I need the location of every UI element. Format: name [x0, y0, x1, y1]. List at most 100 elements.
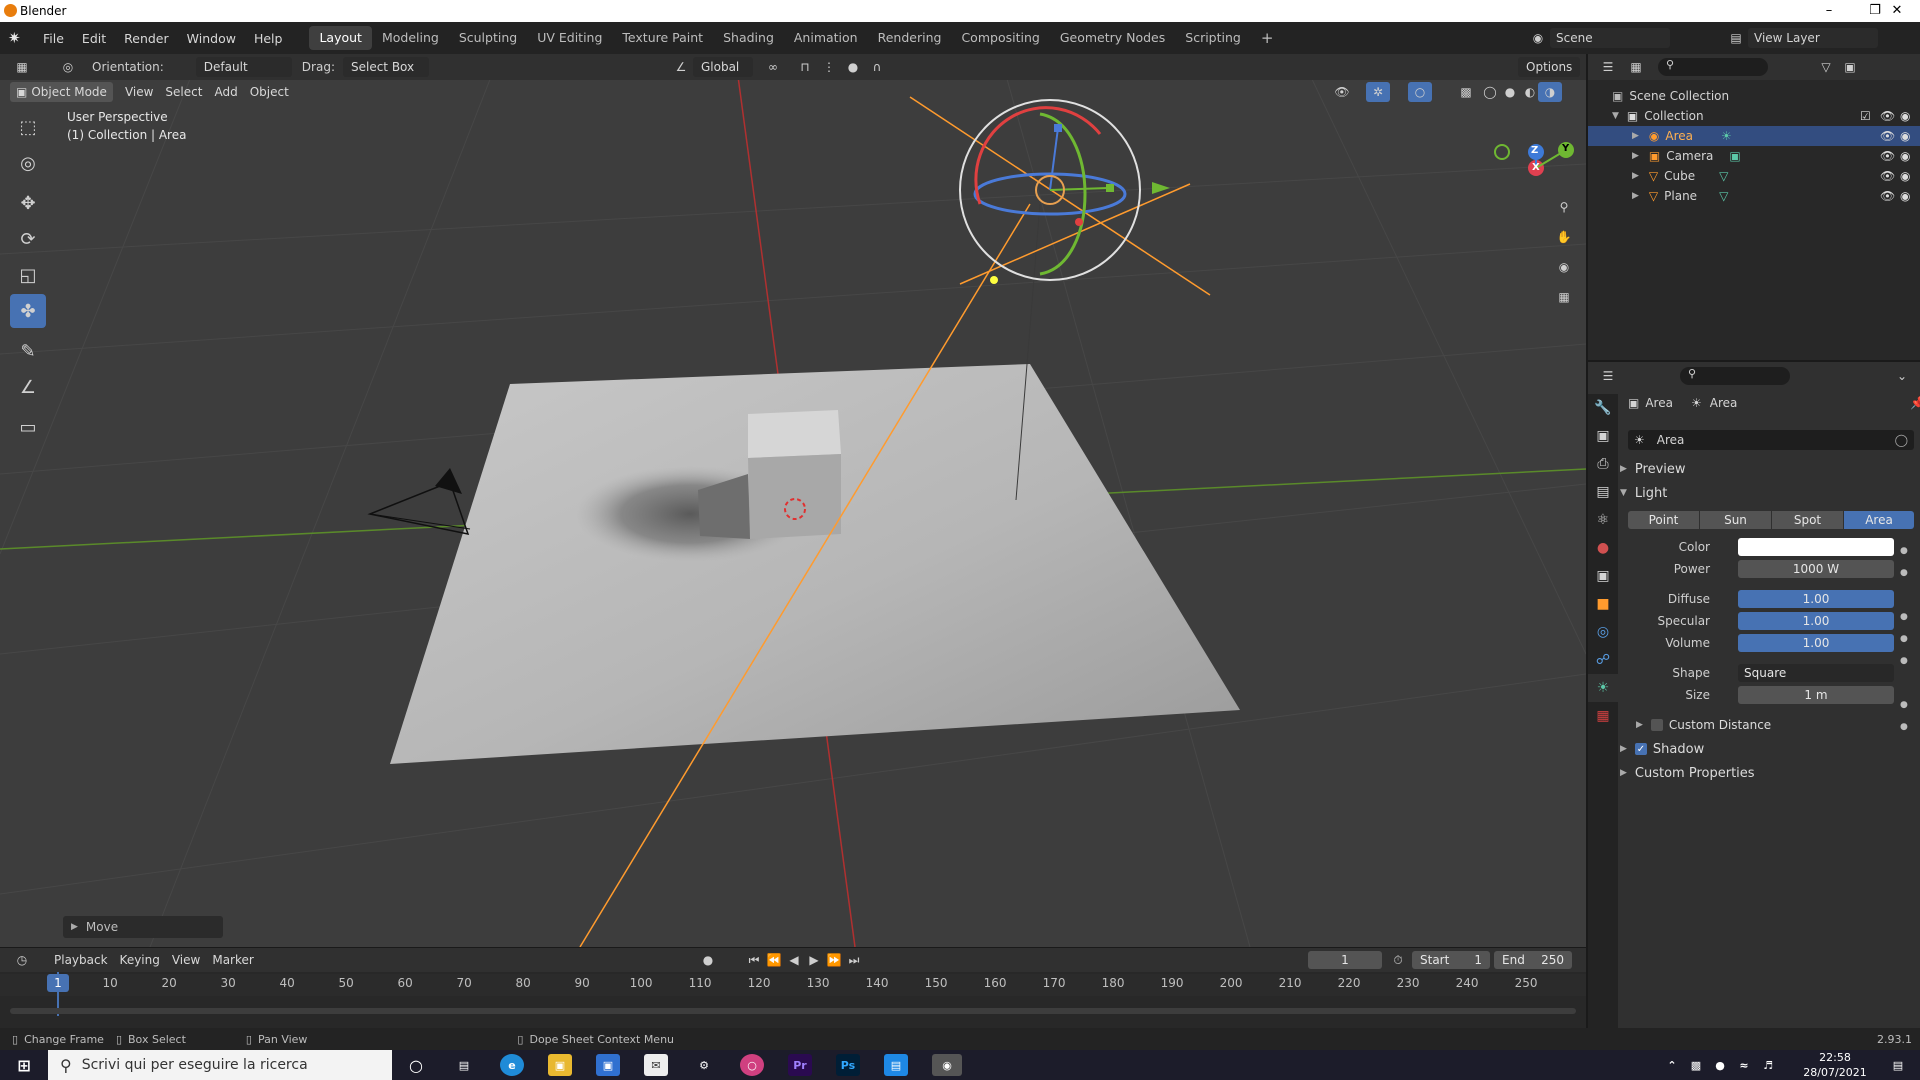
task-view-icon[interactable]: ▤	[452, 1054, 476, 1076]
select-box-icon[interactable]: ⬚	[10, 110, 46, 144]
tab-geometry-nodes[interactable]: Geometry Nodes	[1050, 26, 1175, 50]
xray-icon[interactable]: ▩	[1454, 82, 1478, 102]
panel-light[interactable]: ▼ Light	[1620, 482, 1667, 504]
outliner-search-input[interactable]: ⚲	[1658, 58, 1768, 76]
constraints-tab-icon[interactable]: ☍	[1588, 646, 1618, 674]
pan-hand-icon[interactable]: ✋	[1552, 222, 1576, 252]
stopwatch-icon[interactable]: ⏱	[1386, 950, 1410, 970]
viewport-menu-object[interactable]: Object	[244, 82, 295, 102]
timeline-scrollbar[interactable]	[10, 1008, 1576, 1014]
snap-target-icon[interactable]: ⋮	[817, 57, 841, 77]
datablock-name[interactable]: Area	[1657, 433, 1685, 447]
shadow-checkbox[interactable]: ✓	[1634, 743, 1647, 755]
orientation-dropdown[interactable]: Default	[195, 57, 292, 77]
fake-user-shield-icon[interactable]: ◯	[1895, 433, 1908, 447]
panel-preview[interactable]: ▶ Preview	[1620, 458, 1686, 480]
properties-options-icon[interactable]: ⌄	[1890, 366, 1914, 386]
gizmo-z-handle[interactable]	[1054, 124, 1062, 132]
clock[interactable]: 22:58 28/07/2021	[1790, 1050, 1880, 1080]
notification-icon[interactable]: ▤	[1886, 1054, 1910, 1076]
menu-file[interactable]: File	[34, 31, 73, 46]
rendered-shading-icon[interactable]: ◑	[1538, 82, 1562, 102]
photoshop-icon[interactable]: Ps	[836, 1054, 860, 1076]
drag-dropdown[interactable]: Select Box	[342, 57, 429, 77]
datablock-selector[interactable]: ☀ Area ◯	[1628, 430, 1914, 450]
3d-viewport[interactable]: Z Y X ⚲ ✋ ◉ ▦ User Perspective (1) Colle…	[0, 54, 1586, 947]
pivot-icon[interactable]: ∞	[761, 57, 785, 77]
tab-animation[interactable]: Animation	[784, 26, 868, 50]
timeline-menu-marker[interactable]: Marker	[206, 950, 259, 970]
timeline-ruler[interactable]: 1102030405060708090100110120130140150160…	[0, 974, 1586, 996]
measure-tool-icon[interactable]: ∠	[10, 370, 46, 404]
properties-search-input[interactable]: ⚲	[1680, 367, 1790, 385]
tab-scripting[interactable]: Scripting	[1175, 26, 1251, 50]
plane-render-icon[interactable]: ◉	[1900, 189, 1910, 203]
physics-tab-icon[interactable]: ◎	[1588, 618, 1618, 646]
expand-arrow-icon[interactable]: ▶	[1632, 151, 1639, 161]
world-tab-icon[interactable]: ●	[1588, 534, 1618, 562]
cortana-icon[interactable]: ○	[404, 1054, 428, 1076]
microphone-icon[interactable]: ●	[1708, 1054, 1732, 1076]
tab-rendering[interactable]: Rendering	[868, 26, 952, 50]
outliner-row-plane[interactable]: ▶ ▽ Plane ▽ 👁 ◉	[1588, 186, 1920, 206]
tool-tab-icon[interactable]: 🔧	[1588, 394, 1618, 422]
panel-shadow[interactable]: ▶ ✓ Shadow	[1620, 738, 1704, 760]
outliner-row-collection[interactable]: ▼ ▣ Collection ☑ 👁 ◉	[1588, 106, 1920, 126]
move-tool-icon[interactable]: ✥	[10, 186, 46, 220]
collection-visibility-icon[interactable]: 👁	[1880, 109, 1895, 123]
timeline-menu-view[interactable]: View	[166, 950, 206, 970]
zoom-icon[interactable]: ⚲	[1552, 192, 1576, 222]
panel-custom-properties[interactable]: ▶ Custom Properties	[1620, 762, 1755, 784]
mode-selector[interactable]: ▣ Object Mode	[10, 82, 113, 102]
light-data-tab-icon[interactable]: ☀	[1588, 674, 1618, 702]
expand-arrow-icon[interactable]: ▶	[1632, 191, 1639, 201]
power-field[interactable]: 1000 W	[1738, 560, 1894, 578]
outliner-row-camera[interactable]: ▶ ▣ Camera ▣ 👁 ◉	[1588, 146, 1920, 166]
shape-dropdown[interactable]: Square	[1738, 664, 1894, 682]
store-icon[interactable]: ▣	[596, 1054, 620, 1076]
snap-icon[interactable]: ⊓	[793, 57, 817, 77]
overlay-toggle-icon[interactable]: ○	[1408, 82, 1432, 102]
outliner-row-cube[interactable]: ▶ ▽ Cube ▽ 👁 ◉	[1588, 166, 1920, 186]
tab-shading[interactable]: Shading	[713, 26, 784, 50]
annotate-tool-icon[interactable]: ✎	[10, 334, 46, 368]
cube-top-face[interactable]	[748, 410, 841, 458]
nav-gizmo-neg-y[interactable]	[1494, 144, 1510, 160]
jump-end-icon[interactable]: ⏭	[842, 950, 866, 970]
scene-name[interactable]: Scene	[1550, 28, 1670, 48]
gizmo-arrow[interactable]	[1152, 182, 1170, 194]
menu-help[interactable]: Help	[245, 31, 292, 46]
timeline-menu-keying[interactable]: Keying	[114, 950, 166, 970]
gizmo-toggle-icon[interactable]: ✲	[1366, 82, 1390, 102]
tab-layout[interactable]: Layout	[309, 26, 372, 50]
camera-view-icon[interactable]: ◉	[1552, 252, 1576, 282]
light-type-area[interactable]: Area	[1844, 511, 1914, 529]
blender-taskbar-icon[interactable]: ◉	[932, 1054, 962, 1076]
diffuse-slider[interactable]: 1.00	[1738, 590, 1894, 608]
pin-icon[interactable]: 📌	[1910, 396, 1920, 410]
new-collection-icon[interactable]: ▣	[1838, 57, 1862, 77]
transform-tool-icon[interactable]: ✤	[10, 294, 46, 328]
tray-arrow-icon[interactable]: ⌃	[1660, 1054, 1684, 1076]
tray-device-icon[interactable]: ▩	[1684, 1054, 1708, 1076]
display-mode-icon[interactable]: ▦	[1624, 57, 1648, 77]
texture-tab-icon[interactable]: ▦	[1588, 702, 1618, 730]
size-field[interactable]: 1 m	[1738, 686, 1894, 704]
viewport-menu-add[interactable]: Add	[208, 82, 243, 102]
falloff-icon[interactable]: ∩	[865, 57, 889, 77]
scale-tool-icon[interactable]: ◱	[10, 258, 46, 292]
collection-render-icon[interactable]: ◉	[1900, 109, 1910, 123]
object-tab-icon[interactable]: ■	[1588, 590, 1618, 618]
playhead-frame[interactable]: 1	[47, 974, 69, 992]
rotate-tool-icon[interactable]: ⟳	[10, 222, 46, 256]
plane-visibility-icon[interactable]: 👁	[1880, 189, 1895, 203]
panel-custom-distance[interactable]: ▶ Custom Distance	[1636, 714, 1771, 736]
timeline-menu-playback[interactable]: Playback	[48, 950, 114, 970]
filter-icon[interactable]: ▽	[1814, 57, 1838, 77]
tab-modeling[interactable]: Modeling	[372, 26, 449, 50]
volume-icon[interactable]: ♬	[1756, 1054, 1780, 1076]
scene-tab-icon[interactable]: ⚛	[1588, 506, 1618, 534]
last-operator-panel[interactable]: ▶ Move	[63, 916, 223, 938]
specular-slider[interactable]: 1.00	[1738, 612, 1894, 630]
add-cube-tool-icon[interactable]: ▭	[10, 410, 46, 444]
